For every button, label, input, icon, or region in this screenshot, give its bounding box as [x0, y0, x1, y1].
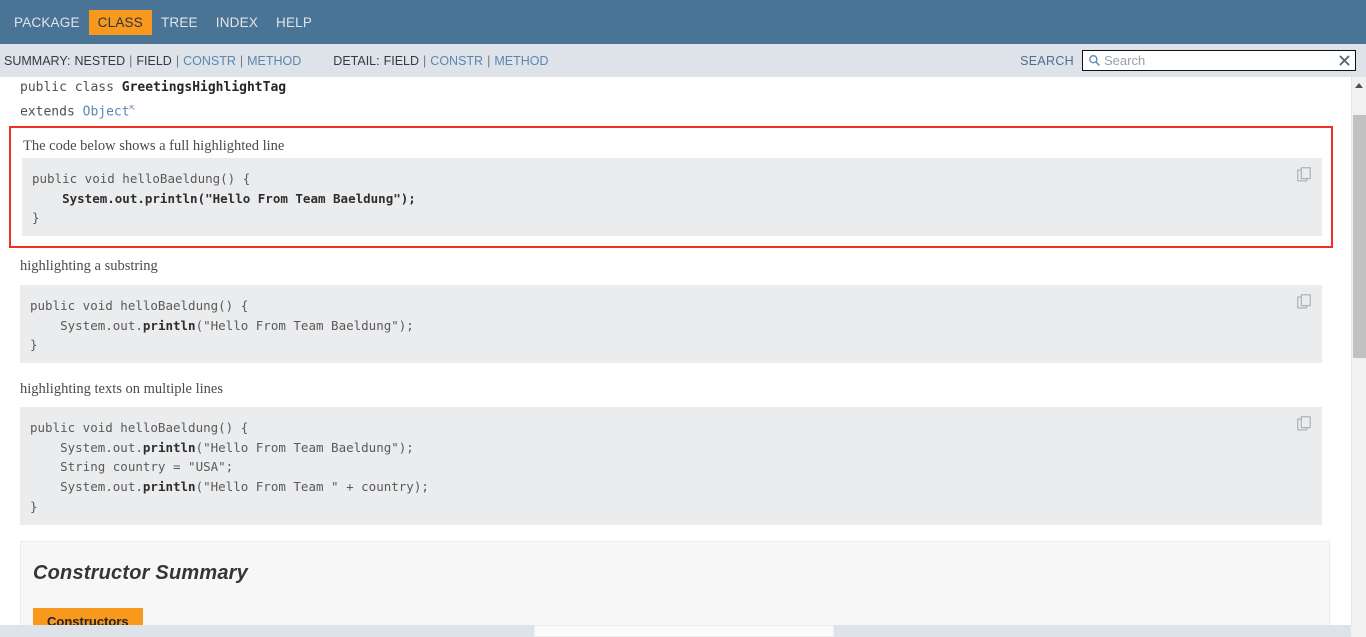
horizontal-scroll-thumb[interactable]	[534, 625, 834, 637]
close-icon[interactable]	[1334, 51, 1354, 70]
code-seg: ("Hello From Team Baeldung");	[195, 317, 414, 333]
copy-icon[interactable]	[1297, 294, 1312, 310]
summary-sep-1: |	[129, 53, 133, 68]
code-block-1: public void helloBaeldung() { System.out…	[22, 158, 1322, 236]
superclass-link[interactable]: Object	[83, 104, 130, 119]
search-label: SEARCH	[1020, 53, 1074, 68]
summary-sep-3: |	[239, 53, 244, 68]
scrollbar-corner	[1351, 625, 1366, 637]
vertical-scroll-thumb[interactable]	[1353, 115, 1366, 358]
detail-sep-1: |	[423, 53, 427, 68]
code-seg-highlighted: println	[142, 317, 196, 333]
block-2-description: highlighting a substring	[20, 258, 158, 274]
nav-item-tree[interactable]: TREE	[152, 10, 207, 35]
constructor-summary-section: Constructor Summary Constructors	[20, 541, 1330, 625]
sub-nav-inner: SUMMARY: NESTED | FIELD | CONSTR | METHO…	[0, 44, 1366, 77]
search-input[interactable]	[1102, 52, 1334, 69]
detail-label: DETAIL:	[333, 53, 380, 68]
code-block-1-text: public void helloBaeldung() { System.out…	[22, 158, 1322, 239]
code-block-3-text: public void helloBaeldung() { System.out…	[20, 407, 1322, 528]
code-seg: ("Hello From Team " + country);	[195, 479, 429, 495]
block-1-description: The code below shows a full highlighted …	[23, 138, 285, 154]
code-line: public void helloBaeldung() {	[30, 298, 249, 313]
summary-sep-2: |	[175, 53, 180, 68]
code-line: }	[32, 210, 40, 226]
class-extends-line: extends Object⇱	[0, 98, 1351, 122]
block-3-description: highlighting texts on multiple lines	[20, 381, 223, 397]
code-seg: System.out.	[30, 439, 143, 455]
summary-constr-link[interactable]: CONSTR	[183, 54, 236, 68]
scroll-up-arrow-icon[interactable]	[1352, 77, 1366, 93]
summary-nested: NESTED	[74, 53, 126, 68]
detail-sep-2: |	[487, 53, 491, 68]
code-seg: System.out.	[30, 479, 143, 495]
top-nav-list: PACKAGE CLASS TREE INDEX HELP	[0, 0, 1366, 44]
constructor-tabs-row: Constructors	[33, 608, 143, 625]
code-seg: ("Hello From Team Baeldung");	[195, 439, 414, 455]
code-line: String country = "USA";	[30, 459, 234, 475]
code-block-2: public void helloBaeldung() { System.out…	[20, 285, 1322, 363]
copy-icon[interactable]	[1297, 416, 1312, 432]
declaration-modifiers: public class	[20, 80, 122, 95]
sub-navigation-bar: SUMMARY: NESTED | FIELD | CONSTR | METHO…	[0, 44, 1366, 77]
code-block-2-text: public void helloBaeldung() { System.out…	[20, 285, 1322, 366]
summary-label: SUMMARY:	[4, 53, 71, 68]
vertical-scrollbar[interactable]	[1351, 77, 1366, 637]
code-seg-highlighted: println	[142, 479, 196, 495]
nav-item-help[interactable]: HELP	[267, 10, 321, 35]
highlighted-example-box: The code below shows a full highlighted …	[9, 126, 1333, 248]
detail-method-link[interactable]: METHOD	[494, 54, 548, 68]
code-seg-highlighted: println	[142, 439, 196, 455]
code-line-highlighted: System.out.println("Hello From Team Bael…	[32, 190, 416, 206]
extends-keyword: extends	[20, 104, 83, 120]
code-block-3: public void helloBaeldung() { System.out…	[20, 407, 1322, 525]
code-line: public void helloBaeldung() {	[30, 420, 249, 435]
detail-constr-link[interactable]: CONSTR	[430, 54, 483, 68]
summary-links-group: SUMMARY: NESTED | FIELD | CONSTR | METHO…	[4, 54, 301, 68]
top-navigation-bar: PACKAGE CLASS TREE INDEX HELP	[0, 0, 1366, 44]
copy-icon[interactable]	[1297, 167, 1312, 183]
class-declaration-line: public class GreetingsHighlightTag	[0, 77, 1351, 98]
class-name: GreetingsHighlightTag	[121, 80, 287, 95]
nav-item-index[interactable]: INDEX	[207, 10, 267, 35]
search-icon	[1086, 54, 1102, 68]
code-line: public void helloBaeldung() {	[32, 171, 251, 186]
detail-field: FIELD	[383, 53, 420, 68]
nav-item-package[interactable]: PACKAGE	[5, 10, 89, 35]
summary-field: FIELD	[136, 53, 172, 68]
nav-item-class[interactable]: CLASS	[88, 9, 152, 35]
javadoc-page: PACKAGE CLASS TREE INDEX HELP SUMMARY: N…	[0, 0, 1366, 637]
horizontal-scrollbar[interactable]	[0, 625, 1351, 637]
code-seg: System.out.	[30, 317, 143, 333]
detail-links-group: DETAIL: FIELD | CONSTR | METHOD	[333, 54, 548, 68]
search-area: SEARCH	[1020, 44, 1356, 77]
tab-constructors[interactable]: Constructors	[33, 608, 143, 625]
content-area: public class GreetingsHighlightTag exten…	[0, 77, 1351, 625]
constructor-summary-title: Constructor Summary	[33, 562, 248, 584]
code-line: }	[30, 498, 38, 514]
summary-method-link[interactable]: METHOD	[247, 54, 301, 68]
search-box[interactable]	[1082, 50, 1356, 71]
external-link-icon: ⇱	[129, 103, 136, 113]
code-line: }	[30, 337, 38, 353]
